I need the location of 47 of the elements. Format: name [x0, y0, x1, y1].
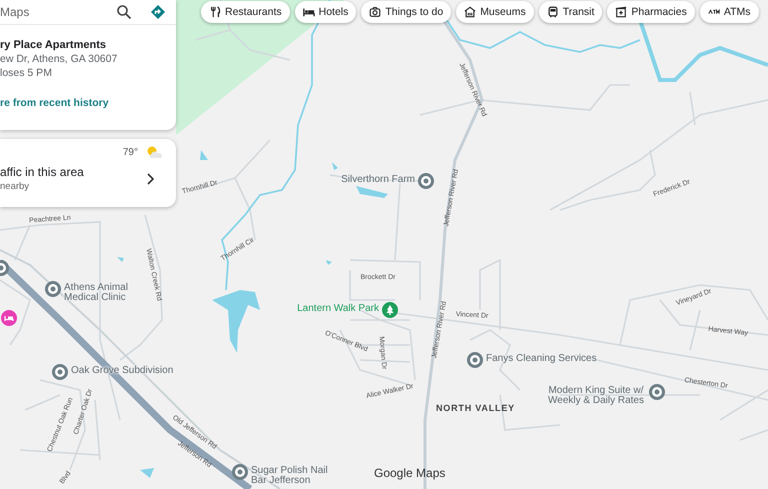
pin-icon[interactable] — [45, 281, 61, 297]
bus-icon — [546, 6, 559, 18]
temperature: 79° — [122, 146, 138, 158]
pond — [332, 162, 338, 170]
pond — [356, 186, 388, 198]
category-chip[interactable]: Things to do — [361, 1, 452, 23]
place-label[interactable]: Fanys Cleaning Services — [486, 354, 597, 364]
chevron-right-icon[interactable] — [146, 172, 154, 184]
place-hours: loses 5 PM — [0, 66, 53, 80]
camera-icon — [369, 6, 382, 18]
recent-history-link[interactable]: re from recent history — [0, 97, 109, 109]
google-maps-logo: Google Maps — [374, 466, 446, 480]
category-chip[interactable]: Transit — [538, 1, 602, 23]
place-label[interactable]: Silverthorn Farm — [341, 175, 415, 185]
tree-icon[interactable] — [382, 302, 398, 318]
fork-knife-icon — [209, 6, 221, 18]
pond — [200, 150, 208, 160]
sun-cloud-icon — [145, 145, 163, 159]
traffic-title[interactable]: affic in this area — [0, 165, 84, 179]
pond — [140, 468, 154, 478]
place-label[interactable]: Athens Animal Medical Clinic — [64, 283, 140, 303]
category-chip[interactable]: Restaurants — [201, 1, 290, 23]
search-icon[interactable] — [116, 4, 132, 20]
place-label[interactable]: Sugar Polish Nail Bar Jefferson — [251, 466, 329, 486]
bed-icon[interactable] — [1, 310, 17, 326]
pin-icon[interactable] — [649, 384, 665, 400]
pin-icon[interactable] — [52, 364, 68, 380]
category-chip[interactable]: ATMs — [700, 1, 758, 23]
museum-icon — [464, 6, 476, 18]
lake — [212, 290, 260, 353]
category-chip[interactable]: Hotels — [294, 1, 356, 23]
pharmacy-icon — [615, 6, 628, 18]
place-address: ew Dr, Athens, GA 30607 — [0, 52, 118, 66]
pond — [326, 260, 332, 265]
pin-icon[interactable] — [232, 464, 248, 480]
search-field[interactable]: Maps — [0, 5, 98, 19]
traffic-subtitle: nearby — [0, 181, 30, 192]
place-label[interactable]: Modern King Suite w/ Weekly & Daily Rates — [546, 386, 646, 406]
pond — [117, 257, 124, 262]
area-label: NORTH VALLEY — [436, 403, 515, 413]
pin-icon[interactable] — [418, 173, 434, 189]
category-chip[interactable]: Museums — [456, 1, 534, 23]
directions-icon[interactable] — [150, 4, 166, 20]
place-name: ry Place Apartments — [0, 38, 107, 52]
category-chip[interactable]: Pharmacies — [607, 1, 695, 23]
pin-icon[interactable] — [467, 352, 483, 368]
bed-icon — [302, 6, 315, 18]
